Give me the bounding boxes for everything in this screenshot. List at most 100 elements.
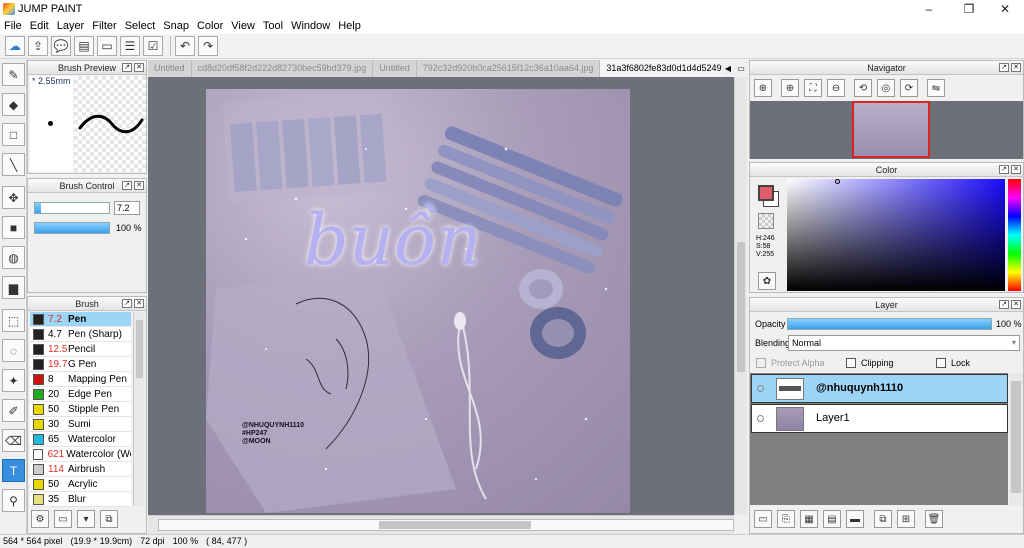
reset-rotation-icon[interactable]: ◎: [877, 79, 895, 97]
protect-alpha-option[interactable]: Protect Alpha: [756, 358, 825, 368]
move-tool-icon[interactable]: ✥: [2, 186, 25, 209]
select-pen-icon[interactable]: ✐: [2, 399, 25, 422]
float-icon[interactable]: ↗: [122, 63, 132, 72]
close-button[interactable]: ✕: [988, 0, 1022, 17]
brush-item[interactable]: 621 Watercolor (We: [30, 447, 131, 462]
color-sv-picker[interactable]: [787, 179, 1005, 291]
sv-cursor[interactable]: [835, 179, 840, 184]
tab-untitled-1[interactable]: Untitled: [148, 60, 192, 77]
menu-window[interactable]: Window: [291, 20, 337, 32]
magic-wand-icon[interactable]: ✦: [2, 369, 25, 392]
scroll-thumb[interactable]: [379, 521, 531, 529]
bucket-tool-icon[interactable]: ◍: [2, 246, 25, 269]
navigator-view[interactable]: [750, 101, 1023, 159]
blending-select[interactable]: Normal ▾: [788, 335, 1020, 351]
menu-filter[interactable]: Filter: [92, 20, 123, 32]
rectangle-tool-icon[interactable]: □: [2, 123, 25, 146]
float-icon[interactable]: ↗: [122, 299, 132, 308]
menu-view[interactable]: View: [231, 20, 262, 32]
brush-item[interactable]: 65 Watercolor: [30, 432, 131, 447]
menu-edit[interactable]: Edit: [30, 20, 56, 32]
brush-copy-icon[interactable]: ⧉: [100, 510, 118, 528]
brush-list-scrollbar[interactable]: [133, 312, 145, 506]
fit-screen-icon[interactable]: ⛶: [804, 79, 822, 97]
navigator-viewport[interactable]: [852, 101, 930, 158]
page-icon[interactable]: ▭: [97, 36, 117, 56]
minimize-button[interactable]: –: [912, 0, 946, 17]
menu-tool[interactable]: Tool: [263, 20, 290, 32]
maximize-button[interactable]: ❐: [952, 0, 986, 17]
tab-untitled-2[interactable]: Untitled: [373, 60, 417, 77]
close-panel-icon[interactable]: ✕: [1011, 165, 1021, 174]
brush-opacity-slider[interactable]: [34, 222, 110, 234]
new-layer-from-clip-icon[interactable]: ⎘: [777, 510, 795, 528]
redo-icon[interactable]: ↷: [198, 36, 218, 56]
brush-menu-icon[interactable]: ▾: [77, 510, 95, 528]
float-icon[interactable]: ↗: [999, 300, 1009, 309]
brush-item[interactable]: 50 Acrylic: [30, 477, 131, 492]
brush-size-input[interactable]: 7.2: [114, 201, 140, 215]
tab-scroll-right-icon[interactable]: ▭: [735, 60, 747, 77]
protect-alpha-checkbox[interactable]: [756, 358, 766, 368]
zoom-out-icon[interactable]: ⊖: [827, 79, 845, 97]
tab-31a3f6[interactable]: 31a3f6802fe83d0d1d4d5249f536453c.jpg: [600, 60, 734, 77]
tab-cd8d20[interactable]: cd8d20df58f2d222d82730bec59bd379.jpg: [192, 60, 374, 77]
lasso-select-icon[interactable]: ◌: [2, 339, 25, 362]
visibility-icon[interactable]: [757, 415, 764, 422]
hue-slider[interactable]: [1008, 179, 1021, 291]
menu-layer[interactable]: Layer: [57, 20, 92, 32]
rect-select-icon[interactable]: ⬚: [2, 309, 25, 332]
scroll-thumb[interactable]: [737, 242, 745, 372]
layer-row-layer1[interactable]: Layer1: [751, 404, 1008, 433]
close-panel-icon[interactable]: ✕: [134, 63, 144, 72]
delete-layer-icon[interactable]: 🗑: [925, 510, 943, 528]
export-icon[interactable]: ⇪: [28, 36, 48, 56]
cloud-icon[interactable]: ☁: [5, 36, 25, 56]
brush-item[interactable]: 30 Sumi: [30, 417, 131, 432]
brush-item[interactable]: 114 Airbrush: [30, 462, 131, 477]
tab-scroll-left-icon[interactable]: ◀: [722, 60, 734, 77]
brush-item[interactable]: 7.2 Pen: [30, 312, 131, 327]
comment-icon[interactable]: 💬: [51, 36, 71, 56]
rotate-left-icon[interactable]: ⟲: [854, 79, 872, 97]
lock-checkbox[interactable]: [936, 358, 946, 368]
fill-rect-tool-icon[interactable]: ■: [2, 216, 25, 239]
brush-item[interactable]: 12.5 Pencil: [30, 342, 131, 357]
menu-color[interactable]: Color: [197, 20, 230, 32]
canvas-horizontal-scrollbar[interactable]: [148, 515, 734, 534]
undo-icon[interactable]: ↶: [175, 36, 195, 56]
visibility-icon[interactable]: [757, 385, 764, 392]
scroll-track[interactable]: [158, 519, 734, 531]
scroll-thumb[interactable]: [1011, 381, 1021, 493]
color-palette-icon[interactable]: ✿: [758, 272, 776, 290]
layer-opacity-slider[interactable]: [787, 318, 992, 330]
scroll-thumb[interactable]: [136, 320, 143, 378]
brush-item[interactable]: 19.7 G Pen: [30, 357, 131, 372]
select-eraser-icon[interactable]: ⌫: [2, 429, 25, 452]
new-folder-icon[interactable]: ▬: [846, 510, 864, 528]
clipping-option[interactable]: Clipping: [846, 358, 894, 368]
checklist-icon[interactable]: ☑: [143, 36, 163, 56]
brush-item[interactable]: 4.7 Pen (Sharp): [30, 327, 131, 342]
brush-settings-icon[interactable]: ⚙: [31, 510, 49, 528]
merge-layer-icon[interactable]: ⊞: [897, 510, 915, 528]
float-icon[interactable]: ↗: [999, 63, 1009, 72]
new-1bit-layer-icon[interactable]: ▤: [823, 510, 841, 528]
brush-item[interactable]: 8 Mapping Pen: [30, 372, 131, 387]
gradient-tool-icon[interactable]: ▆: [2, 276, 25, 299]
new-brush-icon[interactable]: ▭: [54, 510, 72, 528]
menu-help[interactable]: Help: [338, 20, 368, 32]
tab-792c32[interactable]: 792c32d920b0ca25615f12c36a10aa64.jpg: [417, 60, 601, 77]
duplicate-layer-icon[interactable]: ⧉: [874, 510, 892, 528]
brush-item[interactable]: 50 Stipple Pen: [30, 402, 131, 417]
layer-row-nhuquynh1110[interactable]: @nhuquynh1110: [751, 374, 1008, 403]
lock-option[interactable]: Lock: [936, 358, 970, 368]
canvas-vertical-scrollbar[interactable]: [734, 77, 747, 515]
new-8bit-layer-icon[interactable]: ▦: [800, 510, 818, 528]
menu-select[interactable]: Select: [125, 20, 163, 32]
flip-icon[interactable]: ⇋: [927, 79, 945, 97]
zoom-in-icon[interactable]: ⊕: [781, 79, 799, 97]
eraser-tool-icon[interactable]: ◆: [2, 93, 25, 116]
layer-list-scrollbar[interactable]: [1009, 373, 1023, 505]
foreground-color-swatch[interactable]: [758, 185, 774, 201]
